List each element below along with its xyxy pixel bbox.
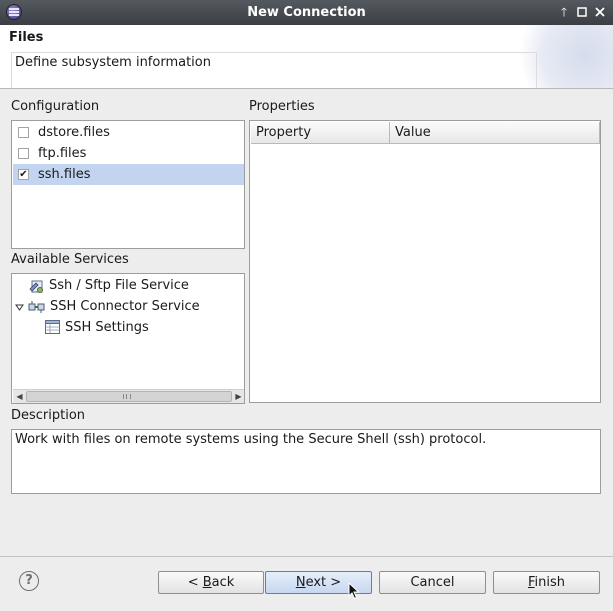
description-label: Description (11, 408, 86, 423)
scroll-right-icon[interactable]: ▶ (232, 390, 244, 403)
file-service-icon (29, 280, 43, 293)
configuration-label: Configuration (11, 99, 100, 114)
ftp-checkbox[interactable] (18, 148, 29, 159)
config-item-ssh[interactable]: ✔ ssh.files (13, 164, 244, 185)
back-button-mnemonic: B (202, 575, 212, 590)
cancel-button[interactable]: Cancel (379, 571, 486, 594)
scroll-left-icon[interactable]: ◀ (13, 390, 26, 403)
config-item-dstore[interactable]: dstore.files (13, 122, 244, 143)
properties-table[interactable]: Property Value (249, 120, 601, 403)
configuration-list[interactable]: dstore.files ftp.files ✔ ssh.files (11, 120, 245, 249)
mouse-cursor-icon (348, 582, 360, 600)
window-title: New Connection (247, 5, 366, 20)
properties-label: Properties (249, 99, 315, 114)
config-item-ftp[interactable]: ftp.files (13, 143, 244, 164)
page-description-text: Define subsystem information (15, 55, 211, 70)
back-button-prefix: < (187, 575, 203, 590)
chevron-down-icon[interactable] (15, 303, 24, 312)
window-titlebar: New Connection 🡑 (0, 0, 613, 25)
close-icon[interactable] (592, 4, 608, 20)
tree-item-label: SSH Settings (65, 320, 149, 335)
button-bar-separator (0, 556, 613, 557)
page-description: Define subsystem information (11, 52, 537, 88)
column-header-label: Property (256, 125, 312, 140)
finish-button[interactable]: Finish (493, 571, 600, 594)
config-item-label: ssh.files (38, 167, 91, 182)
column-header-property[interactable]: Property (251, 122, 390, 144)
services-tree[interactable]: Ssh / Sftp File Service SSH Connector Se… (11, 273, 245, 404)
connector-icon (28, 301, 45, 313)
finish-button-label: inish (534, 575, 566, 590)
settings-table-icon (45, 320, 60, 334)
scrollbar-thumb[interactable] (26, 391, 232, 402)
tree-item-label: SSH Connector Service (50, 299, 200, 314)
back-button[interactable]: < Back (158, 571, 264, 594)
available-services-label: Available Services (11, 252, 129, 267)
help-icon[interactable]: ? (19, 571, 39, 591)
description-box: Work with files on remote systems using … (11, 429, 601, 494)
maximize-icon[interactable] (574, 4, 590, 20)
next-button-mnemonic: N (295, 575, 306, 590)
column-header-value[interactable]: Value (390, 122, 600, 144)
horizontal-scrollbar[interactable]: ◀ ▶ (13, 389, 244, 403)
next-button-label: ext (305, 575, 327, 590)
next-button-suffix: > (326, 575, 342, 590)
column-header-label: Value (395, 125, 431, 140)
description-text: Work with files on remote systems using … (15, 432, 487, 447)
tree-item-label: Ssh / Sftp File Service (49, 278, 189, 293)
dstore-checkbox[interactable] (18, 127, 29, 138)
config-item-label: ftp.files (38, 146, 87, 161)
wizard-banner: Files Define subsystem information (0, 25, 613, 89)
back-button-label: ack (211, 575, 235, 590)
ssh-checkbox[interactable]: ✔ (18, 169, 29, 180)
keep-above-icon[interactable]: 🡑 (556, 4, 572, 20)
page-title: Files (9, 30, 44, 45)
config-item-label: dstore.files (38, 125, 110, 140)
